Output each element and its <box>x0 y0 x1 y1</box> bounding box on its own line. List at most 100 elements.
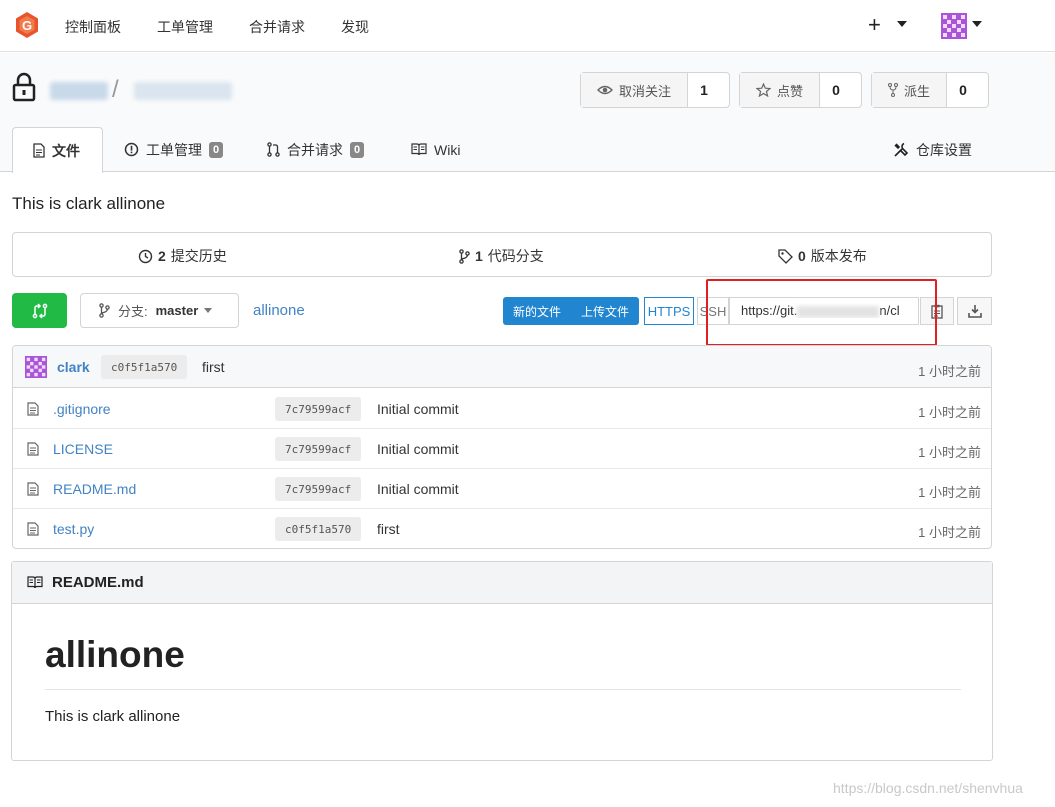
star-label: 点赞 <box>777 83 804 99</box>
file-row: README.md 7c79599acf Initial commit 1 小时… <box>13 469 991 509</box>
tab-files[interactable]: 文件 <box>12 127 103 173</box>
star-count[interactable]: 0 <box>820 73 852 107</box>
source-watermark: https://blog.csdn.net/shenvhua <box>833 780 1023 796</box>
user-menu-caret-icon[interactable] <box>972 21 982 27</box>
fork-label: 派生 <box>904 83 931 99</box>
clone-https-button[interactable]: HTTPS <box>644 297 694 325</box>
repo-name-link[interactable] <box>134 82 232 100</box>
commit-sha-link[interactable]: c0f5f1a570 <box>101 355 188 379</box>
commit-time: 1 小时之前 <box>918 364 981 379</box>
latest-commit-header: clark c0f5f1a570 first 1 小时之前 <box>13 346 991 388</box>
file-text-icon <box>27 522 39 536</box>
file-commit-time: 1 小时之前 <box>918 445 981 460</box>
file-commit-sha-link[interactable]: 7c79599acf <box>275 477 362 501</box>
file-text-icon <box>27 442 39 456</box>
star-icon <box>756 83 771 97</box>
watch-count[interactable]: 1 <box>688 73 720 107</box>
commit-author-avatar[interactable] <box>25 356 47 378</box>
lock-icon <box>12 72 36 102</box>
file-commit-time: 1 小时之前 <box>918 405 981 420</box>
branch-prefix: 分支: <box>118 304 148 319</box>
file-name-link[interactable]: .gitignore <box>53 401 111 417</box>
branch-name: master <box>155 303 199 318</box>
readme-heading: allinone <box>45 634 185 675</box>
history-icon <box>138 249 153 263</box>
releases-stat-link[interactable]: 0 版本发布 <box>778 246 867 266</box>
commits-count: 2 <box>158 248 166 264</box>
releases-label: 版本发布 <box>810 248 867 264</box>
tab-wiki[interactable]: Wiki <box>411 127 460 172</box>
file-commit-message[interactable]: Initial commit <box>377 481 459 497</box>
file-commit-sha-link[interactable]: 7c79599acf <box>275 397 362 421</box>
breadcrumb-repo-root[interactable]: allinone <box>253 302 305 319</box>
file-text-icon <box>27 482 39 496</box>
branch-dropdown[interactable]: 分支: master <box>80 293 239 328</box>
nav-explore[interactable]: 发现 <box>341 17 369 37</box>
readme-filename: README.md <box>52 574 144 591</box>
repo-description: This is clark allinone <box>12 194 166 213</box>
readme-divider <box>45 689 961 690</box>
new-file-button[interactable]: 新的文件 <box>503 303 571 320</box>
repo-stats-bar: 2 提交历史 1 代码分支 0 版本发布 <box>12 232 992 277</box>
branches-label: 代码分支 <box>487 248 544 264</box>
compare-button[interactable] <box>12 293 67 328</box>
nav-pulls[interactable]: 合并请求 <box>249 17 305 37</box>
fork-icon <box>888 83 898 97</box>
top-navbar: G 控制面板 工单管理 合并请求 发现 + <box>0 0 1055 52</box>
file-commit-sha-link[interactable]: 7c79599acf <box>275 437 362 461</box>
repo-owner-link[interactable] <box>50 82 108 100</box>
tab-settings[interactable]: 仓库设置 <box>893 127 972 172</box>
readme-panel: README.md allinone This is clark allinon… <box>11 561 993 761</box>
file-name-link[interactable]: test.py <box>53 521 94 537</box>
fork-count[interactable]: 0 <box>947 73 979 107</box>
readme-header: README.md <box>12 562 992 604</box>
file-name-link[interactable]: README.md <box>53 481 136 497</box>
fork-button-group: 派生 0 <box>871 72 989 108</box>
tools-icon <box>894 142 909 157</box>
download-archive-button[interactable] <box>957 297 992 325</box>
fork-button[interactable]: 派生 <box>872 73 948 107</box>
nav-dashboard[interactable]: 控制面板 <box>65 17 121 37</box>
file-commit-message[interactable]: first <box>377 521 400 537</box>
tab-issues-label: 工单管理 <box>146 141 202 158</box>
gitea-logo-icon[interactable]: G <box>13 11 41 39</box>
commit-author-link[interactable]: clark <box>57 359 90 375</box>
user-avatar[interactable] <box>941 13 967 39</box>
file-commit-message[interactable]: Initial commit <box>377 441 459 457</box>
tab-pull-requests[interactable]: 合并请求 0 <box>267 127 365 172</box>
tab-wiki-label: Wiki <box>434 141 461 158</box>
file-commit-message[interactable]: Initial commit <box>377 401 459 417</box>
dropdown-caret-icon <box>204 308 213 313</box>
file-row: .gitignore 7c79599acf Initial commit 1 小… <box>13 389 991 429</box>
file-name-link[interactable]: LICENSE <box>53 441 113 457</box>
create-dropdown-caret-icon[interactable] <box>897 21 907 27</box>
tab-settings-label: 仓库设置 <box>916 141 972 158</box>
file-code-icon <box>33 143 45 158</box>
commit-message: first <box>202 359 225 375</box>
issues-count-badge: 0 <box>209 141 224 158</box>
readme-body-text: This is clark allinone <box>45 708 181 725</box>
commits-stat-link[interactable]: 2 提交历史 <box>138 246 227 266</box>
repo-path-separator: / <box>112 76 119 103</box>
upload-file-button[interactable]: 上传文件 <box>571 303 639 320</box>
nav-issues[interactable]: 工单管理 <box>157 17 213 37</box>
unwatch-button[interactable]: 取消关注 <box>581 73 689 107</box>
tab-issues[interactable]: 工单管理 0 <box>124 127 224 172</box>
file-text-icon <box>27 402 39 416</box>
svg-text:G: G <box>22 18 32 33</box>
git-branch-icon <box>99 303 110 318</box>
file-row: LICENSE 7c79599acf Initial commit 1 小时之前 <box>13 429 991 469</box>
pulls-count-badge: 0 <box>350 141 365 158</box>
tab-pulls-label: 合并请求 <box>287 141 343 158</box>
star-button-group: 点赞 0 <box>739 72 862 108</box>
git-branch-icon <box>459 248 470 264</box>
branches-stat-link[interactable]: 1 代码分支 <box>459 246 544 266</box>
tag-icon <box>778 248 793 264</box>
branches-count: 1 <box>475 248 483 264</box>
tab-files-label: 文件 <box>52 142 80 159</box>
file-row: test.py c0f5f1a570 first 1 小时之前 <box>13 509 991 548</box>
create-new-icon[interactable]: + <box>868 12 881 38</box>
releases-count: 0 <box>798 248 806 264</box>
star-button[interactable]: 点赞 <box>740 73 821 107</box>
file-commit-sha-link[interactable]: c0f5f1a570 <box>275 517 362 541</box>
